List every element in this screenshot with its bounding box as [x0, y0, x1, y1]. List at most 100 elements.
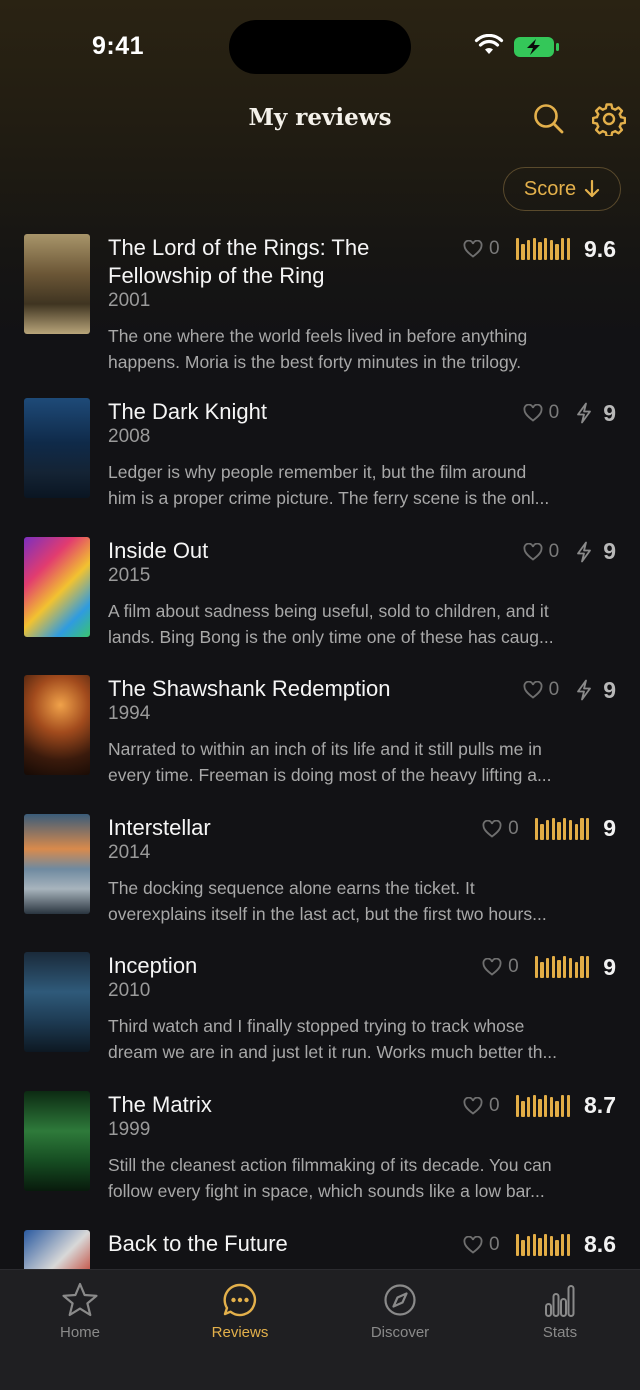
review-snippet-line: every time. Freeman is doing most of the…	[108, 765, 552, 786]
movie-year: 1999	[108, 1118, 151, 1140]
score-bar	[568, 958, 573, 979]
tab-reviews[interactable]: Reviews	[180, 1282, 300, 1341]
review-snippet-line: Ledger is why people remember it, but th…	[108, 462, 527, 482]
review-row[interactable]: Inside Out 2015 A film about sadness being…	[0, 529, 640, 668]
search-icon[interactable]	[532, 102, 566, 136]
like-count: 0	[488, 238, 500, 259]
score-bar	[563, 956, 567, 979]
review-row[interactable]: The Shawshank Redemption 1994 Narrated to …	[0, 667, 640, 806]
score-bar	[538, 1098, 542, 1117]
movie-poster[interactable]	[24, 398, 90, 498]
score-bar	[534, 956, 539, 979]
like-count: 0	[548, 540, 560, 562]
review-list[interactable]: The Lord of the Rings: The Fellowship of…	[0, 226, 640, 1269]
review-snippet-line: The docking sequence alone earns the tic…	[108, 877, 475, 898]
like-button[interactable]: 0	[523, 679, 560, 701]
review-row[interactable]: Interstellar 2014 The docking sequence alo…	[0, 806, 640, 945]
score-bar	[574, 962, 578, 979]
like-button[interactable]: 0	[523, 402, 559, 424]
review-snippet: Still the cleanest action filmmaking of …	[108, 1152, 618, 1204]
score-bar	[515, 1233, 519, 1256]
like-button[interactable]: 0	[463, 238, 500, 260]
sort-button[interactable]: Score	[503, 167, 621, 211]
like-button[interactable]: 0	[463, 1234, 500, 1256]
movie-year: 2015	[108, 564, 151, 586]
score-bar	[555, 244, 559, 260]
score-bar	[538, 1237, 542, 1256]
score-value: 9.6	[584, 235, 616, 262]
score-value: 8.6	[584, 1231, 616, 1258]
score-bar	[566, 1233, 571, 1256]
movie-poster[interactable]	[24, 813, 90, 914]
review-row[interactable]: The Dark Knight 2008 Ledger is why people …	[0, 390, 640, 529]
score-bar	[551, 956, 556, 979]
review-row[interactable]: Inception 2010 Third watch and I finally s…	[0, 944, 640, 1083]
star-icon	[62, 1282, 98, 1317]
movie-poster[interactable]	[24, 234, 90, 334]
tab-label-reviews: Reviews	[211, 1324, 269, 1341]
score-bar	[521, 1100, 525, 1117]
score-meter	[534, 817, 590, 840]
review-meta: 09	[482, 954, 616, 980]
heart-icon	[463, 1096, 483, 1115]
score-meter	[534, 956, 590, 979]
review-snippet-line: dream we are in and just let it run. Wor…	[108, 1042, 558, 1063]
like-button[interactable]: 0	[482, 956, 519, 978]
like-button[interactable]: 0	[463, 1095, 500, 1117]
movie-poster[interactable]	[24, 536, 90, 637]
score-bar	[515, 1094, 519, 1117]
like-button[interactable]: 0	[523, 540, 560, 563]
heart-icon	[482, 819, 502, 838]
score-value: 9	[603, 953, 616, 980]
score-bar	[563, 817, 567, 840]
bolt-icon	[577, 541, 592, 562]
score-bar	[549, 1096, 553, 1117]
score-bar	[543, 1094, 548, 1117]
dynamic-island	[229, 20, 411, 74]
review-meta: 09	[523, 677, 616, 703]
heart-icon	[523, 542, 543, 561]
review-row[interactable]: The Lord of the Rings: The Fellowship of…	[0, 226, 640, 390]
movie-poster[interactable]	[24, 1090, 90, 1191]
review-snippet: Ledger is why people remember it, but th…	[108, 459, 618, 511]
score-bar	[540, 823, 544, 840]
movie-poster[interactable]	[24, 952, 90, 1053]
tab-discover[interactable]: Discover	[340, 1282, 460, 1341]
heart-icon	[463, 240, 483, 258]
review-snippet: The docking sequence alone earns the tic…	[108, 875, 618, 927]
like-button[interactable]: 0	[482, 818, 519, 840]
movie-title: Interstellar	[108, 814, 211, 840]
wifi-icon	[474, 34, 504, 54]
review-meta: 09	[523, 538, 616, 565]
score-bar	[526, 1096, 531, 1117]
score-bar	[568, 819, 573, 840]
review-row[interactable]: The Matrix 1999 Still the cleanest action …	[0, 1083, 640, 1222]
score-bar	[561, 1233, 565, 1256]
like-count: 0	[488, 1233, 500, 1255]
tab-stats[interactable]: Stats	[500, 1282, 620, 1341]
review-meta: 0 8.6	[463, 1231, 616, 1258]
score-bar	[515, 238, 519, 260]
score-bar	[580, 817, 584, 840]
battery-charging-icon	[514, 37, 559, 57]
tab-home[interactable]: Home	[20, 1282, 140, 1341]
review-row[interactable]: Back to the Future 0 8.6	[0, 1222, 640, 1269]
movie-poster[interactable]	[24, 1229, 90, 1269]
review-snippet-line: Narrated to within an inch of its life a…	[108, 739, 542, 760]
review-meta: 09	[523, 400, 616, 426]
review-snippet: Narrated to within an inch of its life a…	[108, 736, 618, 788]
chat-bubble-icon	[223, 1283, 257, 1317]
heart-icon	[482, 958, 502, 977]
review-meta: 0 8.7	[463, 1092, 616, 1119]
review-snippet-line: A film about sadness being useful, sold …	[108, 600, 549, 621]
movie-title: Back to the Future	[108, 1230, 288, 1256]
heart-icon	[463, 1235, 483, 1254]
score-bar	[549, 1235, 553, 1256]
score-bar	[521, 1239, 525, 1256]
tab-label-stats: Stats	[542, 1324, 578, 1341]
like-count: 0	[548, 679, 560, 701]
gear-icon[interactable]	[592, 102, 626, 136]
movie-title: The Matrix	[108, 1091, 212, 1117]
movie-poster[interactable]	[24, 675, 90, 776]
score-value: 9	[603, 815, 616, 842]
